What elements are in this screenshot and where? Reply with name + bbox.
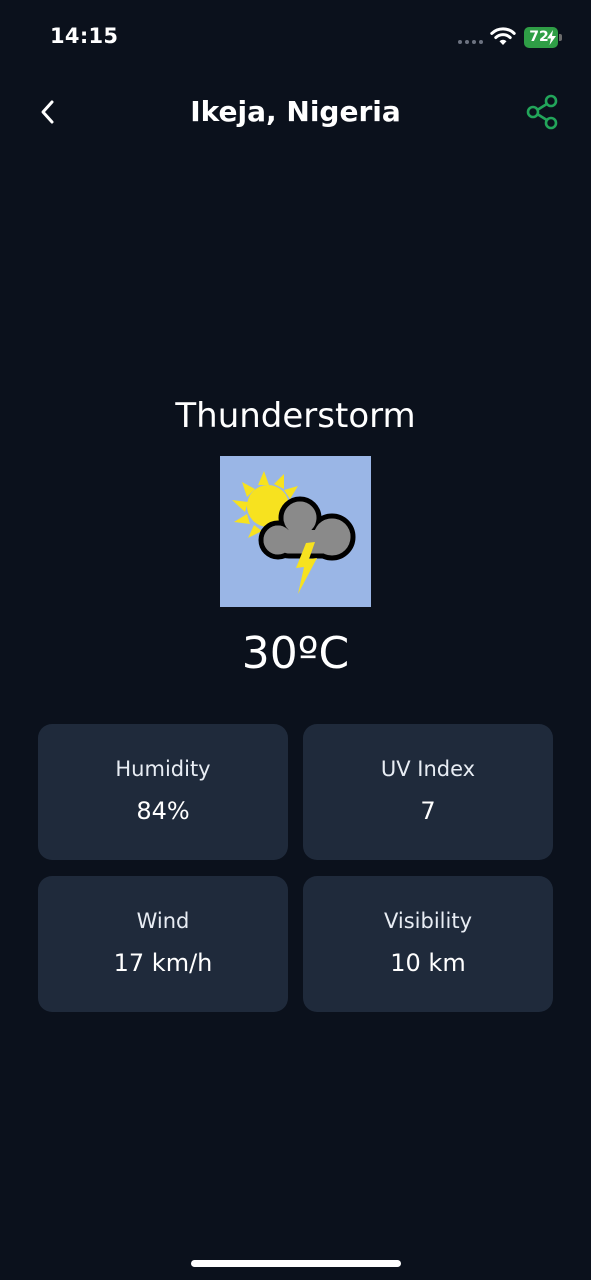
share-button[interactable] — [522, 92, 562, 132]
back-button[interactable] — [28, 92, 68, 132]
temperature: 30ºC — [241, 628, 350, 679]
uv-index-value: 7 — [420, 797, 436, 825]
status-time: 14:15 — [50, 24, 119, 48]
cellular-signal-icon — [458, 40, 484, 44]
weather-image — [220, 456, 371, 607]
wifi-icon — [490, 27, 516, 45]
weather-condition: Thunderstorm — [175, 396, 416, 436]
wind-label: Wind — [136, 909, 190, 933]
humidity-value: 84% — [136, 797, 190, 825]
visibility-label: Visibility — [383, 909, 472, 933]
humidity-card: Humidity 84% — [38, 724, 288, 860]
page-title: Ikeja, Nigeria — [190, 95, 401, 128]
visibility-value: 10 km — [390, 949, 466, 977]
uv-index-label: UV Index — [380, 757, 476, 781]
wind-card: Wind 17 km/h — [38, 876, 288, 1012]
thunderstorm-icon — [232, 471, 356, 594]
share-icon — [526, 94, 558, 130]
nav-bar: Ikeja, Nigeria — [0, 80, 591, 144]
charging-bolt-icon — [547, 30, 556, 45]
status-bar: 14:15 72 — [0, 0, 591, 76]
chevron-left-icon — [41, 100, 54, 124]
uv-index-card: UV Index 7 — [303, 724, 553, 860]
home-indicator[interactable] — [191, 1260, 401, 1267]
battery-icon: 72 — [524, 27, 562, 48]
wind-value: 17 km/h — [113, 949, 213, 977]
humidity-label: Humidity — [115, 757, 211, 781]
visibility-card: Visibility 10 km — [303, 876, 553, 1012]
